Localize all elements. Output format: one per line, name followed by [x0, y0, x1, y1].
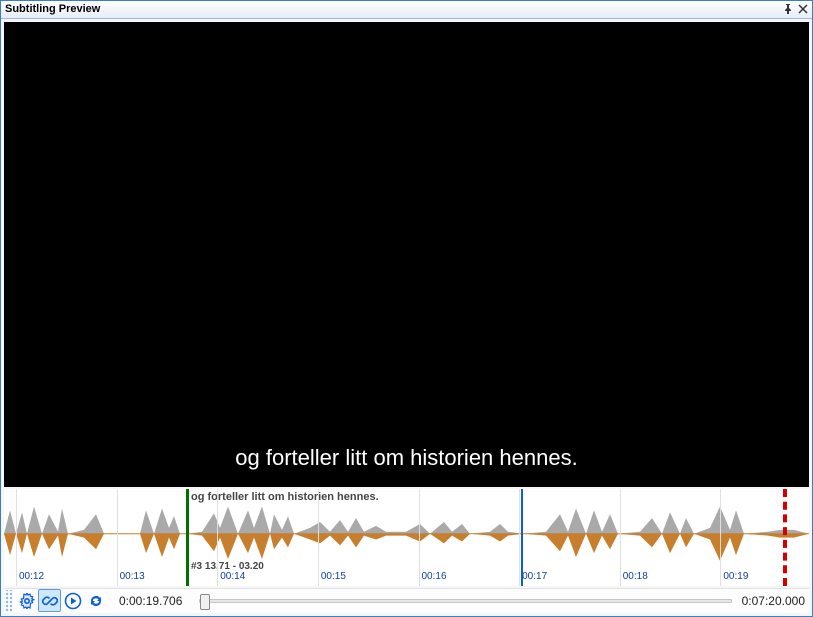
- cue-start-marker[interactable]: [186, 489, 189, 586]
- ruler-tick: [419, 489, 420, 586]
- link-icon: [42, 593, 58, 609]
- window-title: Subtitling Preview: [3, 3, 780, 15]
- seek-thumb[interactable]: [200, 594, 210, 610]
- cue-end-marker[interactable]: [783, 489, 787, 586]
- subtitle-overlay: og forteller litt om historien hennes.: [4, 444, 809, 473]
- transport-bar: 0:00:19.706 0:07:20.000: [4, 588, 809, 613]
- ruler-label: 00:17: [522, 571, 547, 582]
- settings-button[interactable]: [15, 589, 38, 612]
- ruler-label: 00:18: [623, 571, 648, 582]
- cue-text-label: og forteller litt om historien hennes.: [191, 491, 379, 503]
- close-icon[interactable]: [796, 2, 810, 16]
- seek-slider[interactable]: [199, 599, 732, 603]
- ruler-label: 00:19: [723, 571, 748, 582]
- refresh-button[interactable]: [84, 589, 107, 612]
- ruler-tick: [519, 489, 520, 586]
- ruler-label: 00:12: [19, 571, 44, 582]
- ruler-label: 00:15: [321, 571, 346, 582]
- duration: 0:07:20.000: [742, 594, 805, 608]
- ruler-label: 00:16: [422, 571, 447, 582]
- ruler-tick: [720, 489, 721, 586]
- ruler-tick: [318, 489, 319, 586]
- subtitling-preview-panel: Subtitling Preview og forteller litt om …: [0, 0, 813, 617]
- pin-icon[interactable]: [781, 2, 795, 16]
- gear-icon: [19, 593, 35, 609]
- current-time: 0:00:19.706: [119, 594, 189, 608]
- play-circle-icon: [64, 592, 82, 610]
- grip-handle-icon[interactable]: [4, 590, 13, 612]
- ruler-label: 00:13: [120, 571, 145, 582]
- refresh-icon: [88, 593, 104, 609]
- ruler-tick: [16, 489, 17, 586]
- link-button[interactable]: [38, 589, 61, 612]
- waveform-timeline[interactable]: og forteller litt om historien hennes. #…: [4, 489, 809, 586]
- video-preview[interactable]: og forteller litt om historien hennes.: [4, 22, 809, 487]
- ruler-label: 00:14: [220, 571, 245, 582]
- play-button[interactable]: [61, 589, 84, 612]
- ruler-tick: [217, 489, 218, 586]
- ruler-tick: [620, 489, 621, 586]
- ruler-tick: [117, 489, 118, 586]
- titlebar: Subtitling Preview: [1, 1, 812, 19]
